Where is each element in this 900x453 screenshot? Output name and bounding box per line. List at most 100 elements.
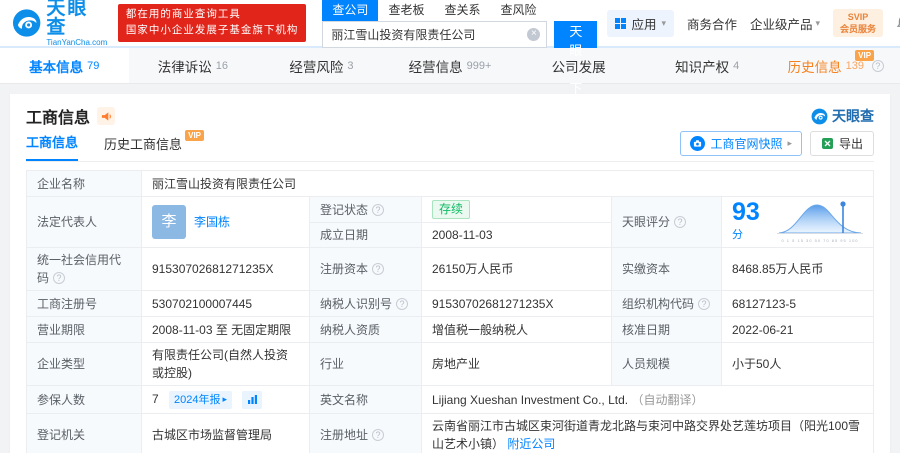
table-row: 工商注册号 530702100007445 纳税人识别号? 9153070268…: [26, 290, 874, 317]
approval-date-value: 2022-06-21: [721, 316, 874, 343]
score-value: 93: [732, 198, 760, 227]
field-label: 企业名称: [26, 170, 142, 197]
legal-rep-link[interactable]: 李国栋: [194, 213, 230, 231]
staff-size-value: 小于50人: [721, 342, 874, 386]
search-tab-company[interactable]: 查公司: [322, 0, 379, 21]
insured-cell: 7 2024年报 ▸: [141, 385, 310, 414]
svip-line-1: SVIP: [847, 11, 869, 22]
sub-tabs: 工商信息 历史工商信息 VIP 工商官网快照 ▸ 导出: [26, 130, 874, 162]
chevron-right-icon: ▸: [787, 138, 792, 148]
score-axis-labels: 0 1 5 15 30 50 70 85 95 100: [781, 238, 859, 243]
taxpayer-quality-value: 增值税一般纳税人: [421, 316, 612, 343]
camera-icon: [690, 136, 706, 151]
reg-address-cell: 云南省丽江市古城区束河街道青龙北路与束河中路交界处艺莲坊项目（阳光100雪山艺术…: [421, 413, 874, 453]
field-label: 天眼评分?: [611, 196, 722, 248]
tab-company-development[interactable]: 公司发展: [514, 48, 643, 83]
help-icon[interactable]: ?: [372, 429, 385, 441]
tianyancha-logo[interactable]: 天眼查 TianYanCha.com: [12, 0, 108, 47]
taxpayer-id-value: 91530702681271235X: [421, 290, 612, 317]
notification-bell-icon[interactable]: [896, 15, 900, 31]
field-label: 核准日期: [611, 316, 722, 343]
score-distribution-chart: 0 1 5 15 30 50 70 85 95 100: [777, 200, 863, 244]
tab-history-info[interactable]: VIP 历史信息 139 ?: [771, 48, 900, 83]
reg-capital-value: 26150万人民币: [421, 247, 612, 291]
announcement-icon[interactable]: [97, 107, 116, 125]
table-row: 参保人数 7 2024年报 ▸ 英文名称 Lijiang Xueshan Inv…: [26, 385, 874, 414]
score-unit: 分: [732, 229, 743, 242]
field-label: 统一社会信用代码?: [26, 247, 142, 291]
help-icon[interactable]: ?: [698, 297, 711, 310]
excel-icon: [821, 138, 833, 149]
svip-badge[interactable]: SVIP 会员服务: [833, 8, 884, 38]
business-info-table: 企业名称 丽江雪山投资有限责任公司 法定代表人 李 李国栋 登记状态? 存续 天…: [26, 170, 874, 453]
org-code-value: 68127123-5: [721, 290, 874, 317]
avatar[interactable]: 李: [152, 205, 186, 239]
search-button[interactable]: 天眼一下: [554, 20, 598, 96]
field-label: 工商注册号: [26, 290, 142, 317]
paid-capital-value: 8468.85万人民币: [721, 247, 874, 291]
field-label: 行业: [309, 342, 422, 386]
help-icon[interactable]: ?: [871, 59, 884, 72]
help-icon[interactable]: ?: [674, 216, 687, 228]
clear-icon[interactable]: ×: [527, 27, 541, 41]
search-tab-relation[interactable]: 查关系: [434, 0, 490, 21]
brand-domain: TianYanCha.com: [46, 38, 108, 47]
chevron-down-icon: ▾: [815, 17, 821, 28]
search-input[interactable]: [322, 20, 548, 48]
subtab-history-registration[interactable]: 历史工商信息 VIP: [104, 130, 205, 161]
top-header: 天眼查 TianYanCha.com 都在用的商业查询工具 国家中小企业发展子基…: [0, 0, 900, 96]
help-icon[interactable]: ?: [372, 203, 385, 216]
apps-label: 应用: [631, 17, 657, 32]
table-row: 企业类型 有限责任公司(自然人投资或控股) 行业 房地产业 人员规模 小于50人: [26, 342, 874, 386]
banner-line-1: 都在用的商业查询工具: [125, 8, 241, 21]
tab-business-info[interactable]: 经营信息 999+: [386, 48, 515, 83]
field-label: 英文名称: [309, 385, 422, 414]
table-row: 营业期限 2008-11-03 至 无固定期限 纳税人资质 增值税一般纳税人 核…: [26, 316, 874, 343]
status-badge: 存续: [432, 200, 471, 219]
field-label: 登记状态?: [309, 196, 422, 223]
score-cell[interactable]: 93 分 0 1 5 15 30 50 70 85 95 100: [721, 196, 874, 248]
nearby-companies-link[interactable]: 附近公司: [507, 437, 555, 451]
bar-chart-icon[interactable]: [242, 390, 263, 409]
search-tab-risk[interactable]: 查风险: [490, 0, 546, 21]
promo-banner[interactable]: 都在用的商业查询工具 国家中小企业发展子基金旗下机构: [117, 4, 307, 42]
insured-value: 7: [152, 392, 159, 407]
est-date-value: 2008-11-03: [421, 222, 612, 248]
watermark-logo: 天眼查: [811, 106, 874, 126]
tab-intellectual-property[interactable]: 知识产权 4: [643, 48, 772, 83]
help-icon[interactable]: ?: [396, 297, 409, 310]
help-icon[interactable]: ?: [53, 272, 66, 284]
search-tab-boss[interactable]: 查老板: [378, 0, 434, 21]
chevron-right-icon: ▸: [222, 394, 228, 405]
section-title: 工商信息: [26, 110, 91, 127]
tianyancha-logo-icon: [811, 108, 828, 124]
svip-line-2: 会员服务: [840, 24, 877, 34]
top-nav: 应用 ▾ 商务合作 企业级产品 ▾ SVIP 会员服务 此处有... ▾: [607, 8, 900, 38]
annual-report-badge[interactable]: 2024年报 ▸: [169, 390, 233, 409]
field-label: 法定代表人: [26, 196, 142, 248]
help-icon[interactable]: ?: [372, 263, 385, 275]
reg-address-value: 云南省丽江市古城区束河街道青龙北路与束河中路交界处艺莲坊项目（阳光100雪山艺术…: [432, 419, 861, 451]
export-button[interactable]: 导出: [809, 131, 874, 156]
official-snapshot-button[interactable]: 工商官网快照 ▸: [680, 131, 802, 156]
field-label: 营业期限: [26, 316, 142, 343]
industry-value: 房地产业: [421, 342, 612, 386]
company-nav-tabs: 基本信息 79 法律诉讼 16 经营风险 3 经营信息 999+ 公司发展 知识产权 4 …: [0, 48, 900, 84]
subtab-business-registration[interactable]: 工商信息: [26, 132, 79, 161]
apps-menu[interactable]: 应用 ▾: [607, 9, 674, 37]
tab-operation-risk[interactable]: 经营风险 3: [257, 48, 386, 83]
field-label: 人员规模: [611, 342, 722, 386]
vip-badge: VIP: [855, 50, 875, 61]
tab-legal-proceedings[interactable]: 法律诉讼 16: [129, 48, 258, 83]
banner-line-2: 国家中小企业发展子基金旗下机构: [125, 24, 299, 36]
company-type-value: 有限责任公司(自然人投资或控股): [141, 342, 310, 386]
brand-name: 天眼查: [46, 0, 89, 38]
nav-enterprise[interactable]: 企业级产品 ▾: [750, 14, 820, 33]
tab-basic-info[interactable]: 基本信息 79: [0, 48, 129, 83]
field-label: 参保人数: [26, 385, 142, 414]
nav-cooperation[interactable]: 商务合作: [687, 14, 737, 33]
field-label: 实缴资本: [611, 247, 722, 291]
field-label: 注册地址?: [309, 413, 422, 453]
table-row: 法定代表人 李 李国栋 登记状态? 存续 天眼评分? 93 分 0 1 5 15 …: [26, 196, 874, 248]
field-label: 注册资本?: [309, 247, 422, 291]
